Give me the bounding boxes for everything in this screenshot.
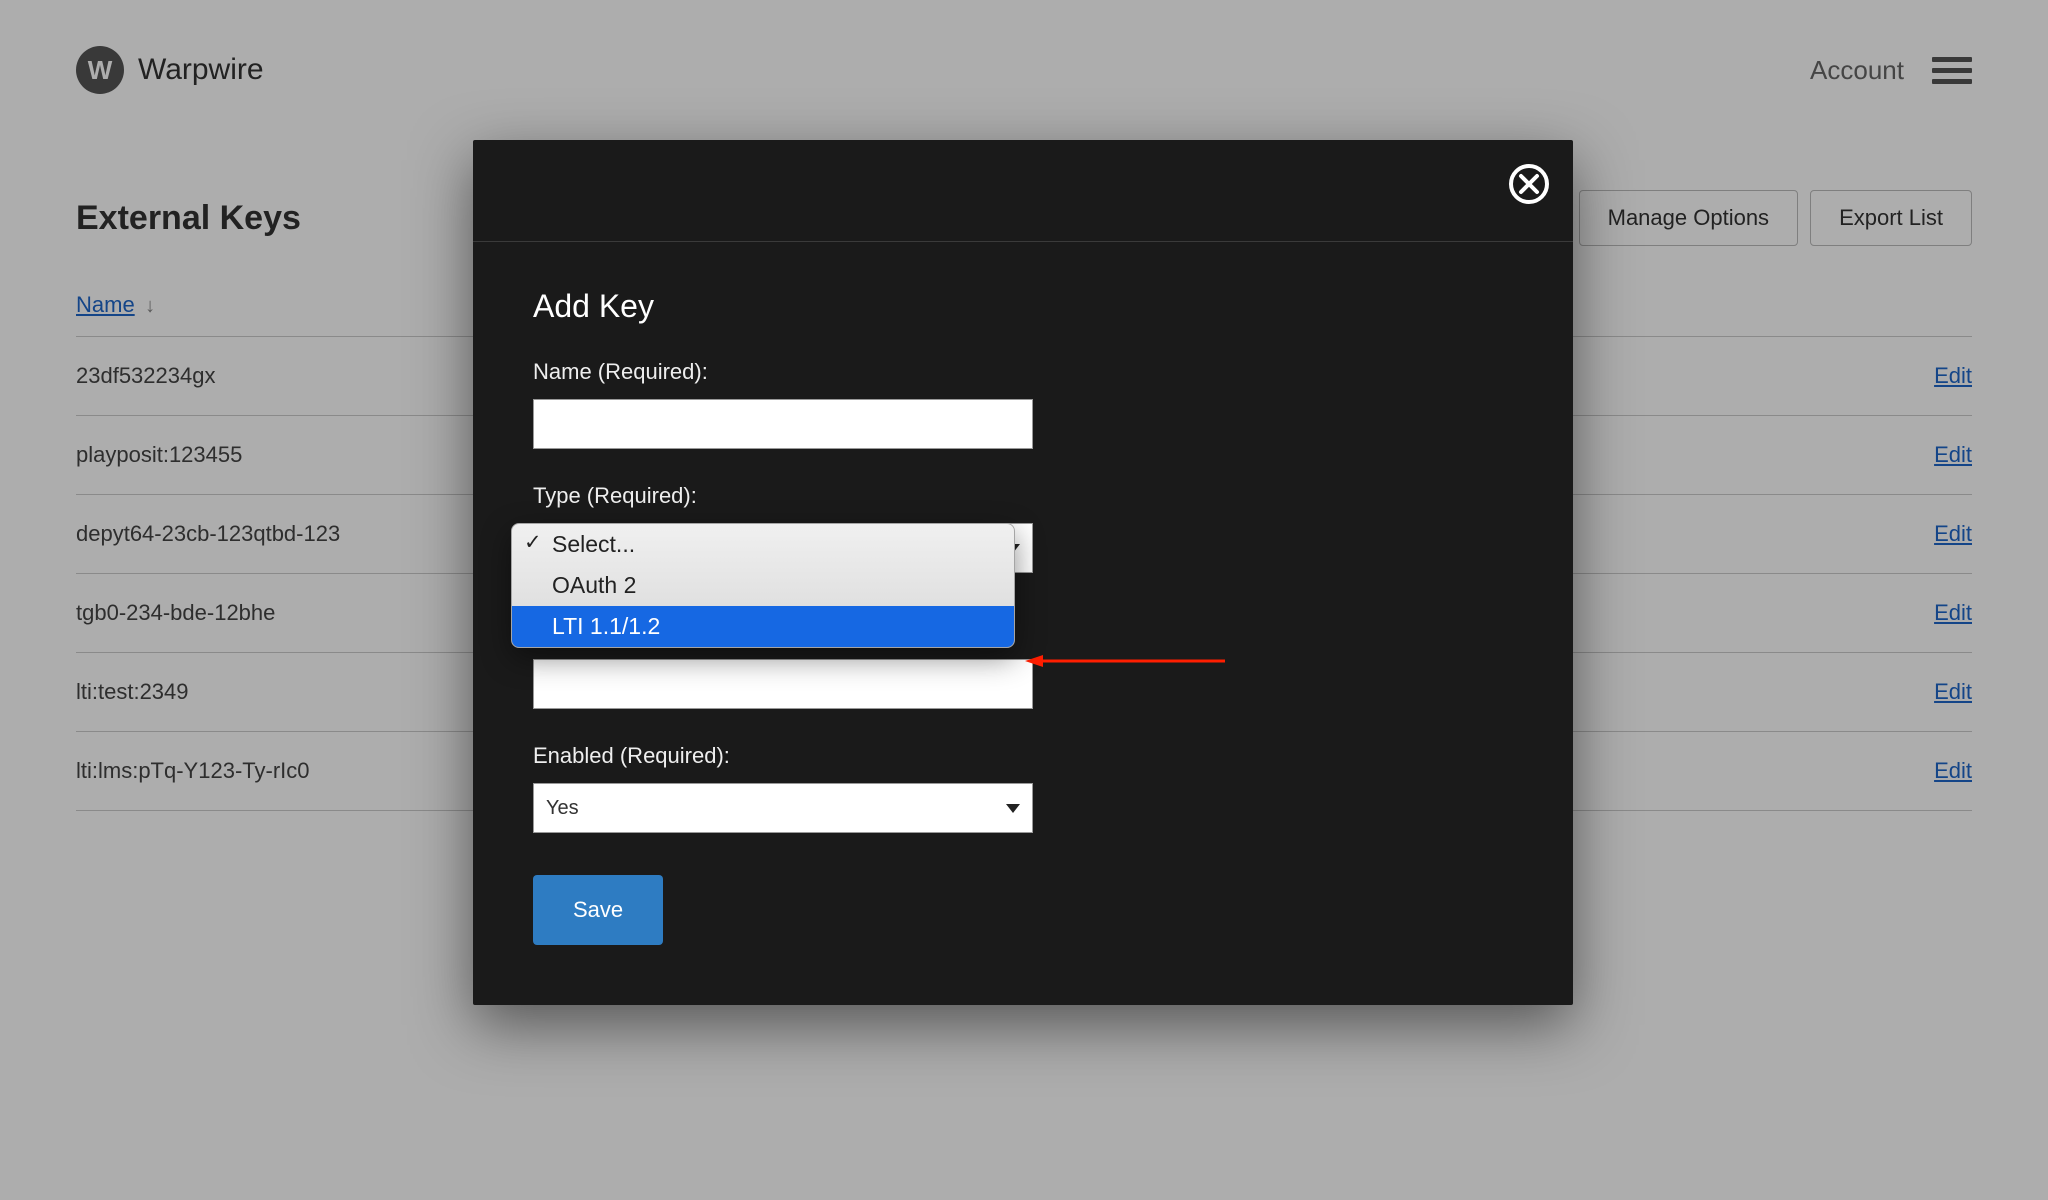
name-label: Name (Required):: [533, 359, 1513, 385]
type-dropdown: Select... OAuth 2 LTI 1.1/1.2: [511, 523, 1015, 648]
hidden-field-input[interactable]: [533, 659, 1033, 709]
add-key-modal: Add Key Name (Required): Type (Required)…: [473, 140, 1573, 1005]
modal-title: Add Key: [533, 288, 1513, 325]
enabled-label: Enabled (Required):: [533, 743, 1513, 769]
chevron-down-icon: [1006, 804, 1020, 813]
type-label: Type (Required):: [533, 483, 1513, 509]
type-option-oauth2[interactable]: OAuth 2: [512, 565, 1014, 606]
modal-head: [473, 140, 1573, 242]
close-icon[interactable]: [1507, 162, 1551, 206]
type-select[interactable]: Select... OAuth 2 LTI 1.1/1.2: [533, 523, 1033, 573]
type-option-placeholder[interactable]: Select...: [512, 524, 1014, 565]
save-button[interactable]: Save: [533, 875, 663, 945]
enabled-select[interactable]: Yes: [533, 783, 1033, 833]
enabled-select-value: Yes: [546, 797, 579, 820]
modal-body: Add Key Name (Required): Type (Required)…: [473, 242, 1573, 1005]
type-option-lti[interactable]: LTI 1.1/1.2: [512, 606, 1014, 647]
name-input[interactable]: [533, 399, 1033, 449]
